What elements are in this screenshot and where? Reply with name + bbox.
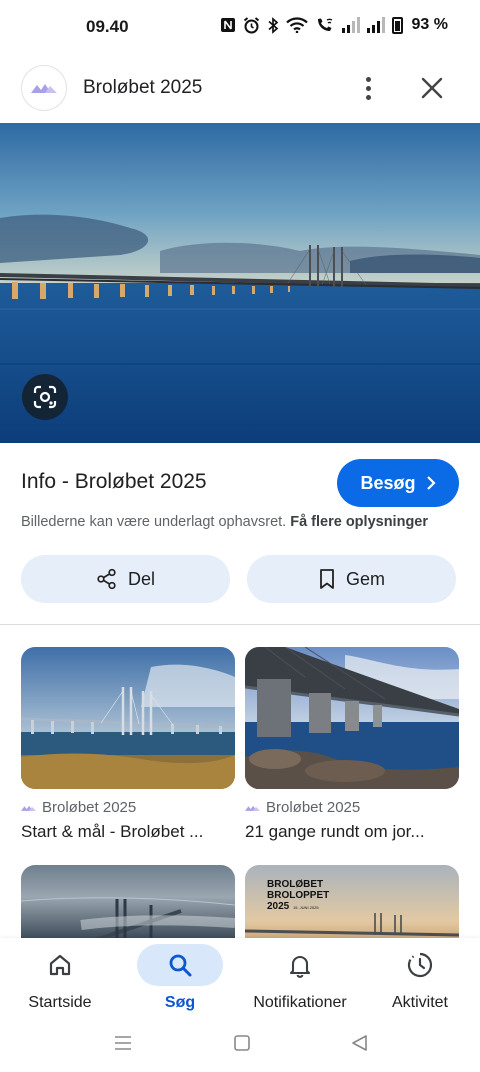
- bell-icon: [289, 955, 311, 978]
- thumb-text-line1: BROLØBET: [267, 879, 323, 890]
- status-time: 09.40: [86, 17, 129, 36]
- bookmark-icon: [320, 569, 334, 589]
- battery-percentage: 93 %: [411, 16, 448, 33]
- nav-label: Notifikationer: [253, 994, 347, 1011]
- share-icon: [97, 568, 116, 590]
- hero-image[interactable]: [0, 123, 480, 443]
- mountain-logo-icon: [31, 84, 57, 93]
- result-thumbnail: [21, 865, 235, 945]
- result-source-label: Broløbet 2025: [42, 799, 137, 816]
- result-card[interactable]: [21, 865, 235, 945]
- thumb-text-line3: 2025: [267, 901, 290, 912]
- result-source: Broløbet 2025: [21, 799, 235, 816]
- learn-more-link[interactable]: Få flere oplysninger: [290, 514, 428, 530]
- result-thumbnail: BROLØBET BROLOPPET 2025 15. JUNI 2025: [245, 865, 459, 945]
- page-title: Broløbet 2025: [83, 77, 203, 98]
- site-logo[interactable]: [21, 65, 67, 111]
- search-icon: [169, 954, 192, 977]
- nav-label: Startside: [28, 994, 92, 1011]
- save-label: Gem: [345, 568, 385, 589]
- info-title: Info - Broløbet 2025: [21, 470, 207, 493]
- visit-button[interactable]: Besøg: [337, 459, 459, 507]
- more-vert-icon: [365, 76, 371, 82]
- visit-button-label: Besøg: [360, 472, 416, 493]
- bottom-navigation: Startside Søg Notifikationer Aktivitet: [0, 938, 480, 1030]
- status-bar: 09.40 93 %: [0, 0, 480, 54]
- result-source-label: Broløbet 2025: [266, 799, 361, 816]
- wifi-icon: [285, 17, 308, 33]
- nav-icon-wrap: [17, 944, 103, 986]
- copyright-text: Billederne kan være underlagt ophavsret.: [21, 514, 287, 530]
- lens-button[interactable]: [22, 374, 68, 420]
- thumb-text-date: 15. JUNI 2025: [293, 905, 319, 910]
- result-caption: 21 gange rundt om jor...: [245, 822, 425, 841]
- result-source: Broløbet 2025: [245, 799, 459, 816]
- mountain-logo-icon: [21, 805, 36, 811]
- result-header: Broløbet 2025: [0, 62, 480, 114]
- save-button[interactable]: Gem: [247, 555, 456, 603]
- activity-icon: [407, 952, 433, 978]
- chevron-right-icon: [426, 476, 436, 490]
- result-thumbnail: [21, 647, 235, 789]
- home-square-icon[interactable]: [233, 1034, 251, 1052]
- close-button[interactable]: [414, 70, 450, 106]
- nav-icon-wrap: [377, 944, 463, 986]
- recents-menu-icon[interactable]: [113, 1034, 133, 1052]
- result-card[interactable]: Broløbet 2025 21 gange rundt om jor...: [245, 647, 459, 842]
- result-card[interactable]: Broløbet 2025 Start & mål - Broløbet ...: [21, 647, 235, 842]
- google-lens-icon: [33, 385, 57, 409]
- home-icon: [49, 954, 71, 976]
- nav-item-notifications[interactable]: Notifikationer: [240, 938, 360, 1030]
- thumb-text-line2: BROLOPPET: [267, 890, 329, 901]
- bridge-photo: [0, 123, 480, 443]
- alarm-icon: [243, 16, 259, 33]
- bluetooth-icon: [267, 16, 278, 34]
- signal-icon: [366, 17, 385, 33]
- divider: [0, 624, 480, 625]
- back-triangle-icon[interactable]: [350, 1034, 370, 1052]
- more-vert-dot: [365, 94, 371, 100]
- more-vert-dot: [365, 85, 371, 91]
- wifi-calling-icon: [317, 18, 332, 31]
- battery-icon: [391, 16, 403, 34]
- status-icons: 93 %: [220, 16, 448, 34]
- nav-item-home[interactable]: Startside: [0, 938, 120, 1030]
- nav-label: Søg: [164, 994, 196, 1011]
- result-thumbnail: [245, 647, 459, 789]
- result-card[interactable]: BROLØBET BROLOPPET 2025 15. JUNI 2025: [245, 865, 459, 945]
- share-label: Del: [127, 568, 155, 589]
- nav-icon-wrap: [137, 944, 223, 986]
- copyright-notice: Billederne kan være underlagt ophavsret.…: [21, 514, 428, 530]
- share-button[interactable]: Del: [21, 555, 230, 603]
- signal-icon: [341, 17, 360, 33]
- nav-item-search[interactable]: Søg: [120, 938, 240, 1030]
- nav-item-activity[interactable]: Aktivitet: [360, 938, 480, 1030]
- nfc-icon: [220, 18, 235, 32]
- system-navigation-bar: [0, 1030, 480, 1072]
- close-icon: [421, 77, 443, 99]
- nav-label: Aktivitet: [391, 994, 448, 1011]
- nav-icon-wrap: [257, 944, 343, 986]
- more-options-button[interactable]: [352, 70, 384, 106]
- result-caption: Start & mål - Broløbet ...: [21, 822, 204, 841]
- mountain-logo-icon: [245, 805, 260, 811]
